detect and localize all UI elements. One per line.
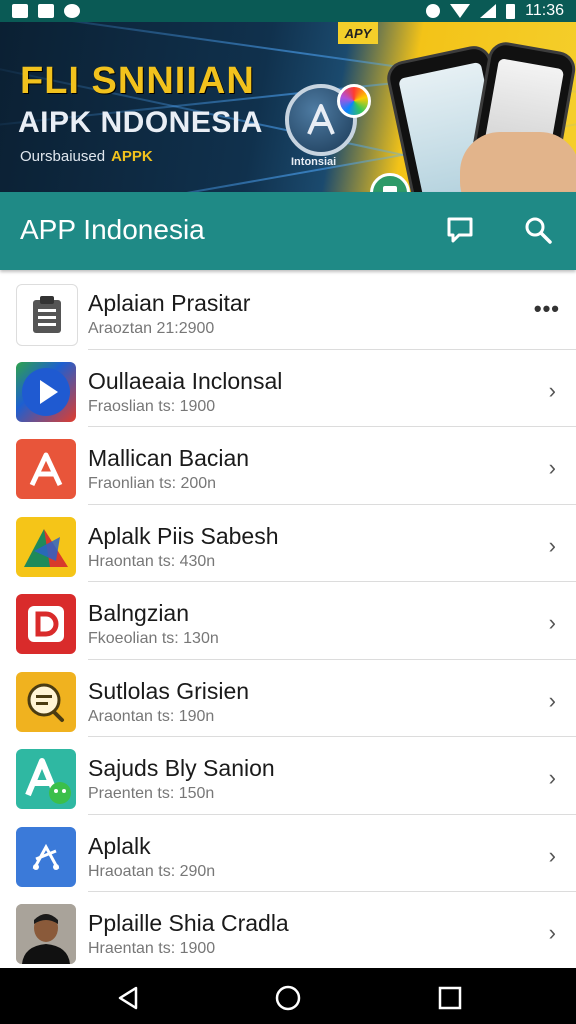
color-ball-icon bbox=[337, 84, 371, 118]
promo-banner[interactable]: APY FLI SNNIIAN AIPK NDONESIA Oursbaiuse… bbox=[0, 22, 576, 192]
signal-icon bbox=[480, 4, 497, 18]
chevron-right-icon[interactable]: › bbox=[549, 378, 556, 404]
app-title: Sutlolas Grisien bbox=[88, 677, 250, 704]
app-subtitle: Fkoeolian ts: 130n bbox=[88, 630, 219, 647]
list-item[interactable]: Balngzian Fkoeolian ts: 130n › bbox=[0, 582, 576, 660]
app-title: Oullaeaia Inclonsal bbox=[88, 367, 283, 394]
home-icon bbox=[275, 985, 301, 1011]
letter-d-icon bbox=[16, 594, 76, 654]
colorful-triangle-icon bbox=[16, 516, 76, 577]
image-icon bbox=[38, 4, 54, 18]
app-title: APP Indonesia bbox=[20, 214, 205, 245]
app-title: Aplalk Piis Sabesh bbox=[88, 522, 279, 549]
list-item[interactable]: Sutlolas Grisien Araontan ts: 190n › bbox=[0, 660, 576, 737]
status-bar: 11:36 bbox=[0, 0, 576, 22]
app-title: Mallican Bacian bbox=[88, 445, 250, 471]
chevron-right-icon[interactable]: › bbox=[549, 765, 556, 791]
list-item[interactable]: Aplalk Hraoatan ts: 290n › bbox=[0, 815, 576, 892]
chevron-right-icon[interactable]: › bbox=[549, 688, 556, 714]
list-item[interactable]: Aplalk Piis Sabesh Hraontan ts: 430n › bbox=[0, 505, 576, 582]
chat-button[interactable] bbox=[440, 210, 480, 250]
app-icon bbox=[64, 4, 80, 18]
chevron-right-icon[interactable]: › bbox=[549, 610, 556, 636]
app-title: Pplaille Shia Cradla bbox=[88, 910, 289, 936]
banner-tag: APY bbox=[338, 22, 378, 44]
notification-icon bbox=[12, 4, 28, 18]
app-subtitle: Araontan ts: 190n bbox=[88, 707, 215, 725]
clock: 11:36 bbox=[525, 2, 564, 19]
status-right-icons: 11:36 bbox=[426, 2, 564, 20]
banner-subtitle: Oursbaiused APPK bbox=[20, 148, 153, 165]
search-icon bbox=[525, 217, 552, 244]
app-title: Sajuds Bly Sanion bbox=[88, 755, 275, 781]
recents-button[interactable] bbox=[436, 984, 464, 1012]
clipboard-icon bbox=[16, 284, 78, 346]
list-item[interactable]: Pplaille Shia Cradla Hraentan ts: 1900 › bbox=[0, 892, 576, 970]
app-subtitle: Fraoslian ts: 1900 bbox=[88, 397, 216, 415]
app-title: Aplalk bbox=[88, 832, 151, 859]
profile-photo-icon bbox=[16, 904, 76, 964]
app-subtitle: Araoztan 21:2900 bbox=[88, 320, 215, 337]
home-button[interactable] bbox=[274, 984, 302, 1012]
app-bar: APP Indonesia bbox=[0, 192, 576, 270]
banner-title-line2: AIPK NDONESIA bbox=[18, 106, 263, 139]
list-item[interactable]: Sajuds Bly Sanion Praenten ts: 150n › bbox=[0, 737, 576, 815]
chevron-right-icon[interactable]: › bbox=[549, 920, 556, 946]
app-subtitle: Hraentan ts: 1900 bbox=[88, 940, 216, 957]
tools-icon bbox=[16, 826, 76, 887]
chevron-right-icon[interactable]: › bbox=[549, 843, 556, 869]
app-list: Aplaian Prasitar Araoztan 21:2900 ••• Ou… bbox=[0, 272, 576, 970]
banner-logo-label: Intonsiai bbox=[291, 156, 337, 168]
play-icon bbox=[16, 361, 76, 422]
app-subtitle: Hraoatan ts: 290n bbox=[88, 862, 216, 880]
chevron-right-icon[interactable]: › bbox=[549, 533, 556, 559]
recents-icon bbox=[438, 986, 462, 1010]
status-left-icons bbox=[12, 4, 80, 18]
chevron-right-icon[interactable]: › bbox=[549, 455, 556, 481]
search-button[interactable] bbox=[518, 210, 558, 250]
app-title: Aplaian Prasitar bbox=[88, 290, 251, 316]
more-options-icon[interactable]: ••• bbox=[534, 296, 560, 322]
banner-title-line1: FLI SNNIIAN bbox=[20, 60, 255, 102]
chat-icon bbox=[447, 217, 473, 243]
wifi-icon bbox=[450, 4, 471, 18]
app-subtitle: Praenten ts: 150n bbox=[88, 785, 215, 802]
list-item[interactable]: Mallican Bacian Fraonlian ts: 200n › bbox=[0, 427, 576, 505]
list-item[interactable]: Aplaian Prasitar Araoztan 21:2900 ••• bbox=[0, 272, 576, 350]
letter-a-android-icon bbox=[16, 749, 76, 809]
store-badge-icon bbox=[370, 173, 410, 192]
chat-bubble-icon bbox=[16, 671, 76, 732]
battery-icon bbox=[506, 3, 516, 19]
app-subtitle: Fraonlian ts: 200n bbox=[88, 475, 217, 492]
hand-image bbox=[460, 132, 576, 192]
letter-a-icon bbox=[16, 439, 76, 499]
back-icon bbox=[118, 986, 138, 1010]
navigation-bar bbox=[0, 968, 576, 1024]
sync-icon bbox=[426, 4, 441, 18]
back-button[interactable] bbox=[114, 984, 142, 1012]
list-item[interactable]: Oullaeaia Inclonsal Fraoslian ts: 1900 › bbox=[0, 350, 576, 427]
app-subtitle: Hraontan ts: 430n bbox=[88, 552, 216, 570]
app-title: Balngzian bbox=[88, 600, 190, 626]
